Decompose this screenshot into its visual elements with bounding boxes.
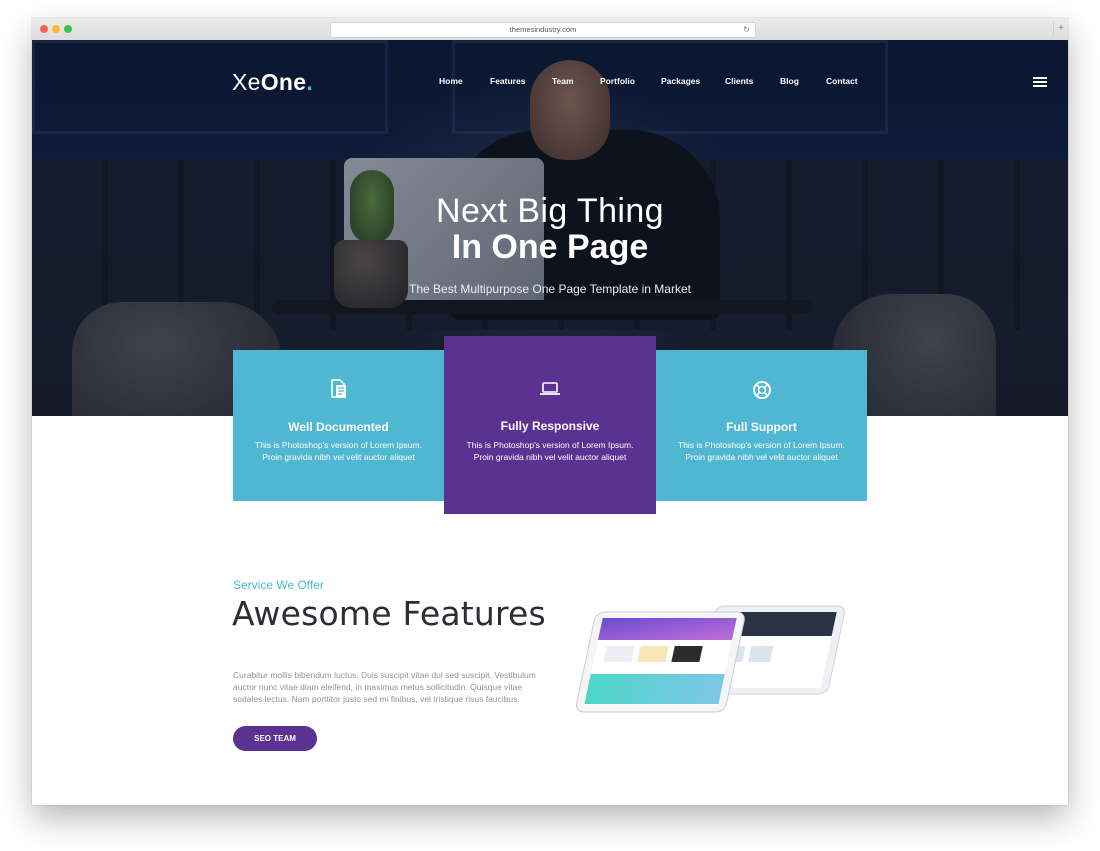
menu-icon[interactable]	[1033, 77, 1047, 87]
card-title: Full Support	[726, 420, 797, 434]
feature-card-support: Full Support This is Photoshop's version…	[656, 350, 867, 501]
card-title: Fully Responsive	[500, 419, 600, 433]
nav-item-features[interactable]: Features	[490, 76, 525, 86]
site-logo[interactable]: XeOne.	[232, 69, 313, 96]
card-title: Well Documented	[288, 420, 389, 434]
nav-item-home[interactable]: Home	[439, 76, 463, 86]
logo-part-1: Xe	[232, 69, 261, 95]
document-icon	[233, 379, 444, 404]
services-title: Awesome Features	[232, 594, 546, 633]
services-text: Curabitur mollis bibendum luctus. Duis s…	[233, 670, 536, 704]
laptop-icon	[444, 381, 656, 402]
seo-team-button[interactable]: SEO TEAM	[233, 726, 317, 751]
nav-item-blog[interactable]: Blog	[780, 76, 799, 86]
hero-title-line-1: Next Big Thing	[436, 192, 664, 230]
tablets-image	[575, 605, 845, 713]
nav-item-clients[interactable]: Clients	[725, 76, 753, 86]
card-text: This is Photoshop's version of Lorem Ips…	[466, 440, 634, 462]
logo-part-2: One	[260, 69, 307, 95]
feature-card-responsive: Fully Responsive This is Photoshop's ver…	[444, 336, 656, 514]
feature-card-documented: Well Documented This is Photoshop's vers…	[233, 350, 444, 501]
lifebuoy-icon	[656, 380, 867, 405]
address-bar[interactable]: themesindustry.com ↻	[330, 22, 756, 38]
browser-window: themesindustry.com ↻ + XeOne. Home Featu…	[32, 18, 1068, 805]
new-tab-button[interactable]: +	[1053, 22, 1068, 36]
address-text: themesindustry.com	[509, 25, 577, 34]
minimize-window-button[interactable]	[52, 25, 60, 33]
maximize-window-button[interactable]	[64, 25, 72, 33]
nav-item-team[interactable]: Team	[552, 76, 574, 86]
logo-dot: .	[306, 69, 314, 95]
browser-toolbar: themesindustry.com ↻ +	[32, 18, 1068, 41]
reload-icon[interactable]: ↻	[743, 23, 750, 37]
nav-item-packages[interactable]: Packages	[661, 76, 700, 86]
card-text: This is Photoshop's version of Lorem Ips…	[678, 440, 845, 462]
close-window-button[interactable]	[40, 25, 48, 33]
hero-title-line-2: In One Page	[451, 228, 649, 266]
nav-item-contact[interactable]: Contact	[826, 76, 858, 86]
hero-subtitle: The Best Multipurpose One Page Template …	[409, 282, 691, 296]
card-text: This is Photoshop's version of Lorem Ips…	[255, 440, 422, 462]
services-subtitle: Service We Offer	[233, 578, 324, 592]
nav-item-portfolio[interactable]: Portfolio	[600, 76, 635, 86]
